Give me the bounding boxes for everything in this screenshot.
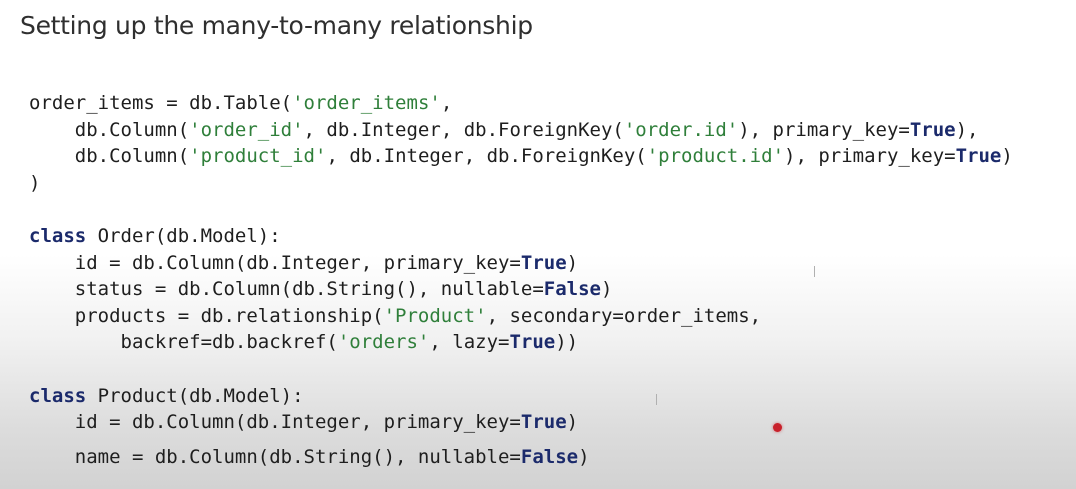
code-keyword: True [955, 145, 1002, 168]
slide-title: Setting up the many-to-many relationship [20, 11, 533, 40]
code-token: ) [1001, 145, 1013, 168]
code-string: 'Product' [383, 304, 487, 327]
code-token: order_items = db.Table( [29, 92, 293, 114]
code-token: ), primary_key= [784, 145, 956, 168]
code-keyword: False [520, 445, 579, 468]
code-token: products = db.relationship( [29, 304, 384, 327]
code-keyword: True [509, 331, 556, 354]
code-line: id = db.Column(db.Integer, primary_key=T… [29, 409, 1013, 436]
code-token: status = db.Column(db.String(), nullable… [29, 278, 544, 301]
code-token: Product(db.Model): [86, 384, 304, 407]
code-token: , lazy= [429, 331, 510, 354]
code-token: ) [566, 251, 579, 274]
code-token: )) [555, 331, 579, 354]
code-token: name = db.Column(db.String(), nullable= [29, 445, 521, 468]
code-string: 'product_id' [189, 145, 327, 168]
code-line: class Product(db.Model): [29, 383, 1013, 410]
code-keyword: class [29, 384, 87, 407]
code-line: db.Column('order_id', db.Integer, db.For… [29, 117, 1013, 144]
code-token: id = db.Column(db.Integer, primary_key= [29, 411, 521, 434]
code-token: ), [955, 118, 979, 141]
code-token: ) [566, 411, 579, 434]
code-line: status = db.Column(db.String(), nullable… [29, 276, 1013, 303]
text-cursor-mark [814, 266, 815, 277]
code-token: backref=db.backref( [29, 331, 338, 354]
code-token: db.Column( [29, 145, 190, 168]
code-block: order_items = db.Table('order_items', db… [29, 90, 1013, 470]
code-token: , db.Integer, db.ForeignKey( [326, 145, 647, 168]
code-line: class Order(db.Model): [29, 223, 1013, 250]
code-line: ) [29, 170, 1013, 197]
code-token: , secondary=order_items, [486, 304, 762, 327]
code-line: db.Column('product_id', db.Integer, db.F… [29, 143, 1013, 170]
code-token: db.Column( [29, 118, 190, 141]
code-string: 'orders' [337, 331, 430, 354]
code-keyword: class [29, 224, 87, 247]
text-cursor-mark [656, 394, 657, 405]
code-keyword: True [520, 411, 567, 434]
code-keyword: True [520, 251, 567, 274]
code-string: 'order_items' [292, 92, 441, 114]
code-token: , db.Integer, db.ForeignKey( [303, 118, 624, 141]
code-token: ) [600, 278, 613, 301]
code-string: 'order.id' [623, 118, 739, 141]
code-token: , [440, 92, 453, 114]
code-line: id = db.Column(db.Integer, primary_key=T… [29, 250, 1013, 277]
code-line: order_items = db.Table('order_items', [29, 90, 1013, 117]
code-keyword: False [543, 278, 601, 301]
code-string: 'product.id' [646, 145, 785, 168]
code-token: Order(db.Model): [86, 224, 281, 247]
code-token: ) [29, 171, 41, 194]
code-string: 'order_id' [189, 118, 304, 141]
code-token: ) [578, 445, 590, 468]
code-line: products = db.relationship('Product', se… [29, 303, 1013, 330]
code-token: id = db.Column(db.Integer, primary_key= [29, 251, 521, 274]
code-token: ), primary_key= [738, 118, 910, 141]
code-keyword: True [909, 118, 956, 141]
code-line: name = db.Column(db.String(), nullable=F… [29, 444, 1013, 471]
code-line: backref=db.backref('orders', lazy=True)) [29, 329, 1013, 356]
laser-pointer-dot [773, 423, 782, 432]
